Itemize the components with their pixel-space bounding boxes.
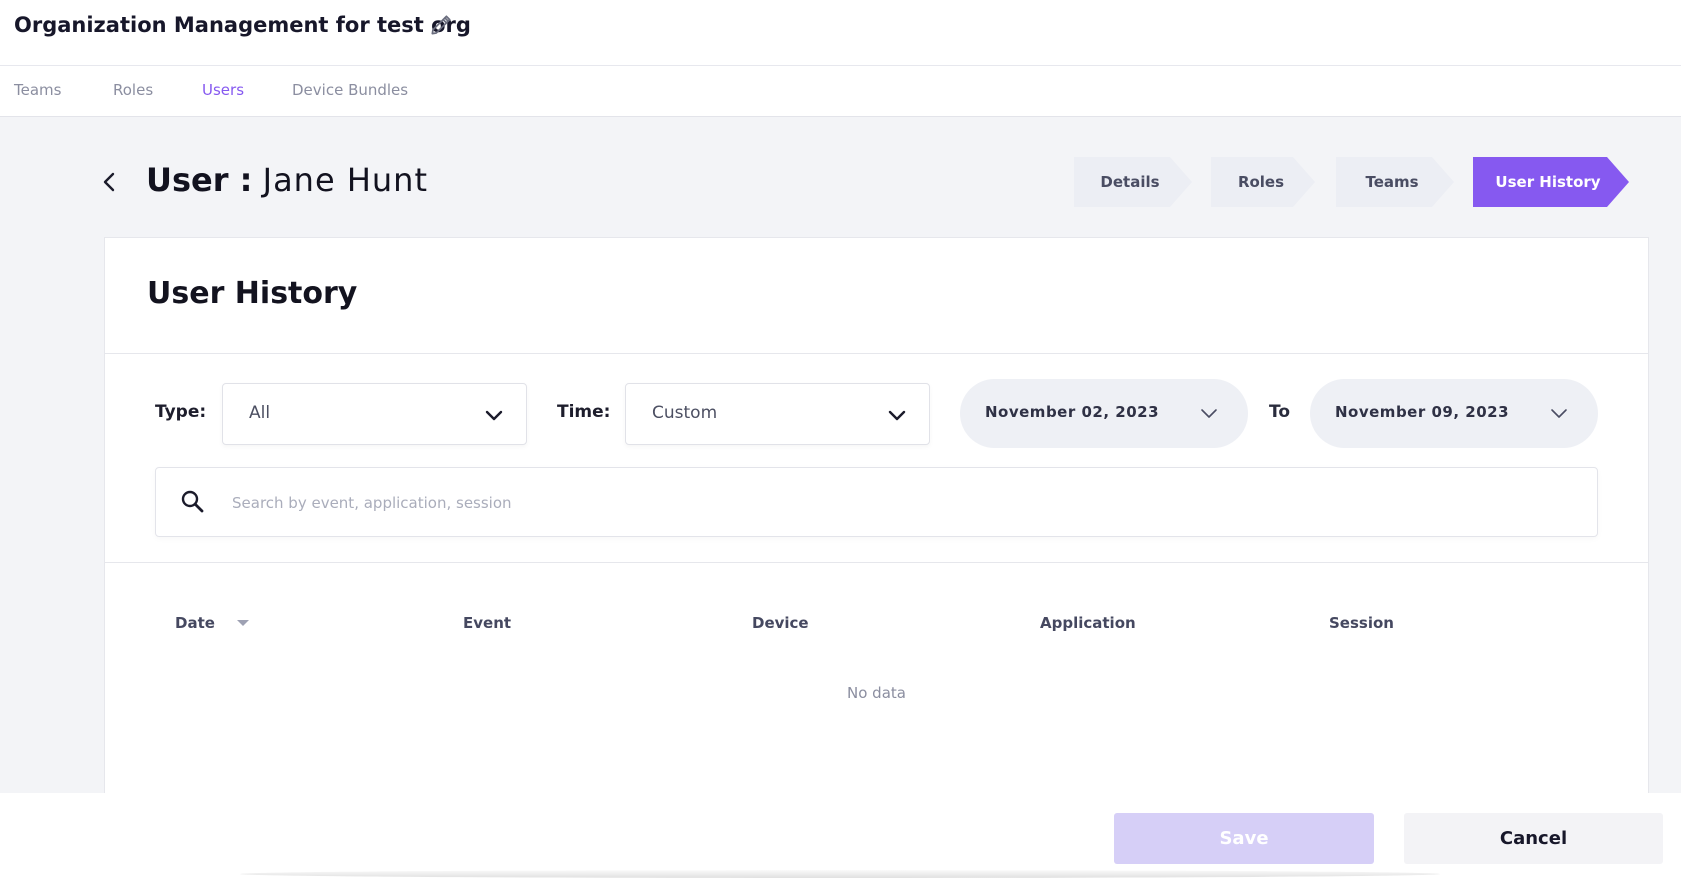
step-roles[interactable]: Roles: [1211, 157, 1315, 207]
time-select-value: Custom: [652, 403, 718, 423]
type-select[interactable]: All: [222, 383, 527, 445]
date-from-picker[interactable]: November 02, 2023: [960, 379, 1248, 448]
divider: [105, 562, 1648, 563]
empty-state-text: No data: [847, 684, 906, 702]
step-user-history[interactable]: User History: [1473, 157, 1629, 207]
user-name: Jane Hunt: [262, 161, 428, 199]
divider: [105, 353, 1648, 354]
org-nav-tabs: Teams Roles Users Device Bundles: [0, 66, 1681, 117]
time-label: Time:: [557, 402, 611, 422]
chevron-down-icon: [485, 410, 503, 421]
date-from-value: November 02, 2023: [985, 403, 1160, 421]
type-label: Type:: [155, 402, 207, 422]
step-details[interactable]: Details: [1074, 157, 1192, 207]
search-icon: [181, 490, 204, 513]
step-label: User History: [1495, 173, 1601, 191]
column-header-device: Device: [752, 614, 809, 632]
tab-roles[interactable]: Roles: [113, 81, 153, 99]
step-teams[interactable]: Teams: [1336, 157, 1454, 207]
tab-device-bundles[interactable]: Device Bundles: [292, 81, 408, 99]
chevron-left-icon: [103, 172, 115, 192]
chevron-down-icon: [888, 410, 906, 421]
user-heading-label: User :: [146, 161, 253, 199]
step-label: Teams: [1365, 173, 1419, 191]
date-to-value: November 09, 2023: [1335, 403, 1510, 421]
tab-users[interactable]: Users: [202, 81, 244, 99]
column-header-event: Event: [463, 614, 512, 632]
sort-down-icon[interactable]: [236, 618, 250, 628]
to-label: To: [1269, 402, 1291, 422]
tab-teams[interactable]: Teams: [14, 81, 61, 99]
chevron-down-icon: [1201, 409, 1217, 418]
column-header-session: Session: [1329, 614, 1394, 632]
pencil-icon: [431, 15, 451, 35]
type-select-value: All: [249, 403, 271, 423]
save-button[interactable]: Save: [1114, 813, 1374, 864]
step-label: Roles: [1237, 173, 1285, 191]
step-label: Details: [1100, 173, 1160, 191]
chevron-down-icon: [1551, 409, 1567, 418]
user-heading: User : Jane Hunt: [146, 161, 428, 199]
cancel-button[interactable]: Cancel: [1404, 813, 1663, 864]
user-history-card: User History Type: All Time: Custom Nove…: [104, 237, 1649, 797]
section-title: User History: [147, 276, 358, 311]
search-input[interactable]: [230, 484, 1534, 522]
footer-bar: Save Cancel: [0, 793, 1681, 878]
back-button[interactable]: [98, 168, 122, 196]
top-bar: Organization Management for test org: [0, 0, 1681, 66]
search-box: [155, 467, 1598, 537]
edit-org-button[interactable]: [428, 12, 454, 38]
column-header-date[interactable]: Date: [175, 614, 215, 632]
footer-shadow: [240, 870, 1440, 878]
column-header-application: Application: [1040, 614, 1136, 632]
time-select[interactable]: Custom: [625, 383, 930, 445]
date-to-picker[interactable]: November 09, 2023: [1310, 379, 1598, 448]
page-title: Organization Management for test org: [14, 13, 471, 37]
